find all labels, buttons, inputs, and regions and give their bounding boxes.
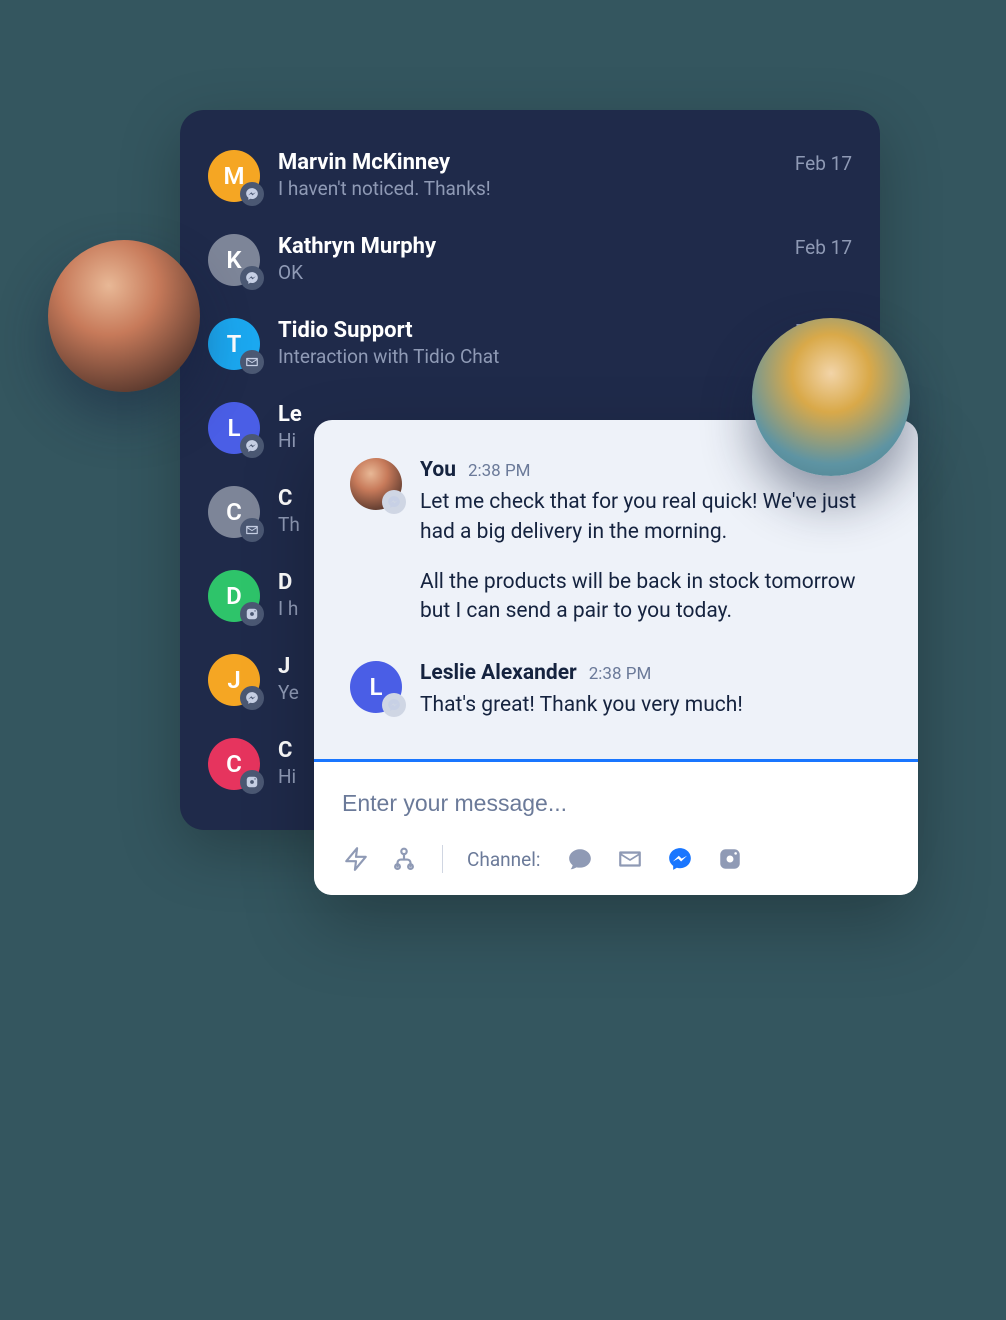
message-time: 2:38 PM [589, 664, 652, 684]
sender-name: Leslie Alexander [420, 661, 577, 685]
avatar-initial: J [227, 666, 240, 694]
channel-instagram-icon[interactable] [716, 845, 744, 873]
avatar: L [350, 661, 402, 713]
avatar: C [208, 486, 260, 538]
avatar: C [208, 738, 260, 790]
message-input[interactable] [314, 762, 918, 837]
floating-avatar-agent [48, 240, 200, 392]
chat-message: L Leslie Alexander 2:38 PM That's great! Th… [350, 661, 882, 721]
avatar-initial: M [224, 162, 245, 190]
avatar: M [208, 150, 260, 202]
avatar-initial: C [226, 750, 242, 778]
bot-flow-icon[interactable] [390, 845, 418, 873]
channel-chat-icon[interactable] [566, 845, 594, 873]
avatar [350, 458, 402, 510]
avatar-initial: T [227, 330, 242, 358]
avatar-initial: C [226, 498, 242, 526]
chat-panel: You 2:38 PM Let me check that for you real… [314, 420, 918, 895]
avatar: J [208, 654, 260, 706]
avatar: D [208, 570, 260, 622]
message-date: Feb 17 [795, 152, 852, 175]
message-time: 2:38 PM [468, 461, 531, 481]
message-preview: OK [278, 261, 777, 284]
inbox-item[interactable]: M Marvin McKinneyI haven't noticed. Thank… [180, 134, 880, 218]
inbox-item-text: Kathryn MurphyOK [278, 234, 777, 284]
messenger-icon [240, 434, 264, 458]
composer: Channel: [314, 759, 918, 895]
avatar-initial: K [226, 246, 241, 274]
channel-email-icon[interactable] [616, 845, 644, 873]
channel-selector [566, 845, 744, 873]
message-body: You 2:38 PM Let me check that for you real… [420, 458, 882, 627]
channel-messenger-icon[interactable] [666, 845, 694, 873]
contact-name: Marvin McKinney [278, 150, 777, 175]
composer-toolbar: Channel: [314, 837, 918, 895]
message-preview: I haven't noticed. Thanks! [278, 177, 777, 200]
chat-message: You 2:38 PM Let me check that for you real… [350, 458, 882, 627]
messenger-icon [240, 182, 264, 206]
avatar: K [208, 234, 260, 286]
instagram-icon [240, 602, 264, 626]
messenger-icon [240, 686, 264, 710]
contact-name: Kathryn Murphy [278, 234, 777, 259]
messenger-icon [382, 693, 406, 717]
message-text: Let me check that for you real quick! We… [420, 488, 882, 548]
email-icon [240, 350, 264, 374]
contact-name: Tidio Support [278, 318, 777, 343]
message-body: Leslie Alexander 2:38 PM That's great! Tha… [420, 661, 882, 721]
sender-name: You [420, 458, 456, 482]
email-icon [240, 518, 264, 542]
channel-label: Channel: [467, 848, 540, 871]
inbox-item[interactable]: K Kathryn MurphyOK Feb 17 [180, 218, 880, 302]
floating-avatar-customer [752, 318, 910, 476]
instagram-icon [240, 770, 264, 794]
avatar-initial: L [228, 414, 241, 442]
messenger-icon [382, 490, 406, 514]
inbox-item-text: Tidio SupportInteraction with Tidio Chat [278, 318, 777, 368]
message-text: That's great! Thank you very much! [420, 691, 882, 721]
message-preview: Interaction with Tidio Chat [278, 345, 777, 368]
quick-reply-icon[interactable] [342, 845, 370, 873]
toolbar-divider [442, 845, 443, 873]
avatar: L [208, 402, 260, 454]
message-text: All the products will be back in stock t… [420, 568, 882, 628]
avatar: T [208, 318, 260, 370]
avatar-initial: D [226, 582, 242, 610]
messenger-icon [240, 266, 264, 290]
inbox-item-text: Marvin McKinneyI haven't noticed. Thanks… [278, 150, 777, 200]
message-date: Feb 17 [795, 236, 852, 259]
